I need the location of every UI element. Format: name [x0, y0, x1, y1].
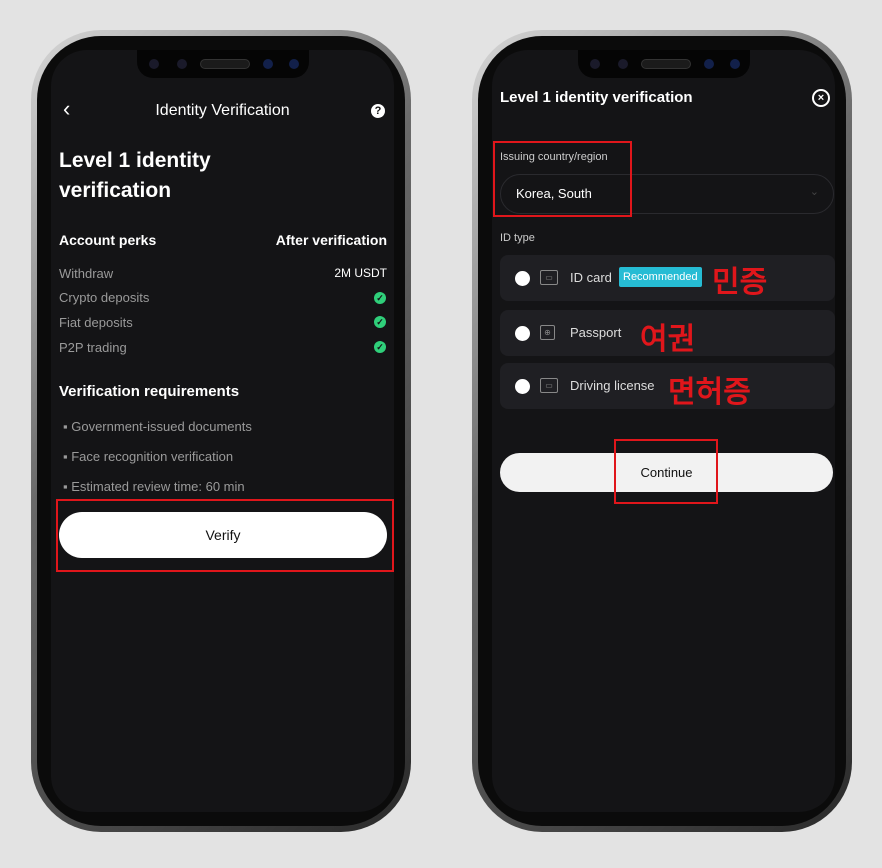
highlight-box [614, 439, 718, 504]
annotation: 면허증 [668, 375, 751, 410]
chevron-down-icon: ⌄ [809, 186, 819, 198]
close-icon[interactable]: × [812, 89, 830, 107]
requirement-item: ▪ Face recognition verification [63, 449, 234, 464]
heading: Level 1 identity verification [59, 149, 211, 202]
highlight-box [493, 141, 632, 217]
id-card-icon: ▭ [540, 270, 558, 285]
radio[interactable] [515, 326, 530, 341]
option-label: Passport [570, 325, 622, 340]
requirements-title: Verification requirements [59, 383, 240, 400]
highlight-box [56, 499, 394, 572]
passport-icon: ⊕ [540, 325, 555, 340]
left-phone-frame: ‹ Identity Verification ? Level 1 identi… [31, 30, 411, 832]
option-passport[interactable]: ⊕ Passport 여권 [500, 310, 835, 357]
notch [137, 50, 309, 78]
sheet-title: Level 1 identity verification [500, 89, 693, 106]
requirement-item: ▪ Estimated review time: 60 min [63, 479, 245, 494]
radio[interactable] [515, 379, 530, 394]
driving-license-icon: ▭ [540, 378, 558, 393]
recommended-badge: Recommended [619, 267, 702, 287]
requirement-item: ▪ Government-issued documents [63, 419, 252, 434]
option-label: Driving license [570, 378, 655, 393]
notch [578, 50, 750, 78]
perk-label: Fiat deposits [59, 315, 133, 330]
perk-label: Withdraw [59, 266, 114, 281]
check-icon: ✓ [374, 292, 386, 304]
after-verification-header: After verification [275, 232, 387, 248]
radio[interactable] [515, 271, 530, 286]
option-id-card[interactable]: ▭ ID card Recommended 민증 [500, 255, 835, 301]
page-title: Identity Verification [155, 102, 290, 119]
identity-verification-screen: ‹ Identity Verification ? Level 1 identi… [51, 50, 394, 812]
check-icon: ✓ [374, 316, 386, 328]
check-icon: ✓ [374, 341, 386, 353]
perk-label: Crypto deposits [59, 290, 150, 305]
help-question-icon[interactable]: ? [371, 104, 385, 118]
annotation: 민증 [712, 265, 768, 300]
option-label: ID card [570, 270, 612, 285]
option-driving-license[interactable]: ▭ Driving license 면허증 [500, 363, 835, 410]
perk-value: 2M USDT [334, 266, 387, 280]
id-type-label: ID type [500, 232, 535, 244]
perk-label: P2P trading [59, 340, 127, 355]
annotation: 여권 [640, 322, 696, 357]
perks-header: Account perks [59, 232, 157, 248]
